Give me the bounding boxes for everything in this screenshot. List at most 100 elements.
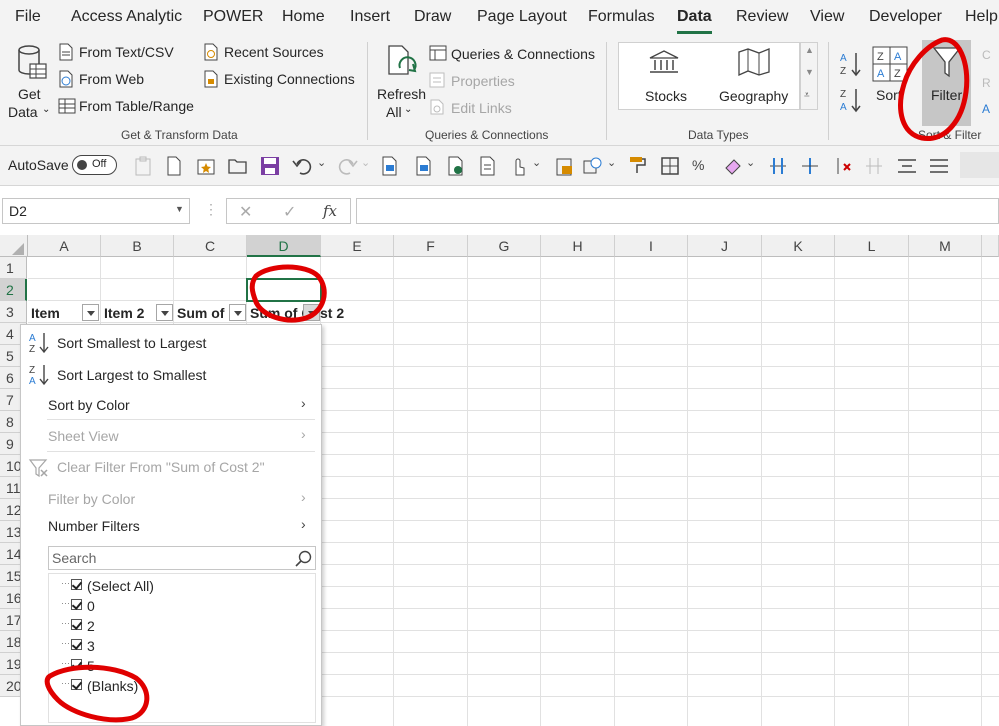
filter-by-color-item[interactable]: Filter by Color › <box>23 486 319 512</box>
number-filters-item[interactable]: Number Filters › <box>23 513 319 539</box>
filter-dropdown-c[interactable] <box>229 304 246 321</box>
check-sheet-icon[interactable] <box>446 156 466 176</box>
toolbar-overflow[interactable] <box>960 152 999 178</box>
percent-icon[interactable]: % <box>692 157 704 173</box>
edit-links-button[interactable]: Edit Links <box>429 98 599 120</box>
list-item-blanks[interactable]: ⋯ (Blanks) <box>61 676 303 696</box>
tab-review[interactable]: Review <box>736 8 788 26</box>
advanced-icon[interactable]: A <box>982 102 990 116</box>
sort-ascending-item[interactable]: AZ Sort Smallest to Largest <box>23 329 319 357</box>
list-item-3[interactable]: ⋯ 3 <box>61 636 303 656</box>
tab-file[interactable]: File <box>15 8 41 26</box>
clear-icon[interactable]: C <box>982 48 991 62</box>
touch-mode-icon[interactable] <box>508 155 528 177</box>
shapes-icon[interactable] <box>583 156 603 176</box>
cancel-icon[interactable]: ✕ <box>239 202 252 222</box>
tab-draw[interactable]: Draw <box>414 8 451 26</box>
redo-icon[interactable] <box>336 156 358 176</box>
select-all-corner[interactable] <box>0 235 28 257</box>
column-header-g[interactable]: G <box>468 235 541 257</box>
sort-z-to-a-button[interactable]: ZA <box>838 86 864 114</box>
clear-filter-item[interactable]: Clear Filter From "Sum of Cost 2" <box>23 454 319 480</box>
new-file-icon[interactable] <box>166 156 182 176</box>
tab-formulas[interactable]: Formulas <box>588 8 655 26</box>
name-box[interactable]: D2 ▼ <box>2 198 190 224</box>
row-header-3[interactable]: 3 <box>0 301 27 323</box>
checkbox-checked[interactable] <box>71 659 82 670</box>
from-text-csv-button[interactable]: From Text/CSV <box>58 42 198 64</box>
selected-cell-d2[interactable] <box>246 278 322 302</box>
row-header-2[interactable]: 2 <box>0 279 27 301</box>
chevron-down-icon[interactable]: ⌄ <box>361 156 370 169</box>
format-painter-icon[interactable] <box>628 155 648 175</box>
chevron-down-icon[interactable]: ⌄ <box>607 156 616 169</box>
queries-connections-button[interactable]: Queries & Connections <box>429 44 599 66</box>
undo-icon[interactable] <box>292 156 314 176</box>
column-header-e[interactable]: E <box>321 235 394 257</box>
save-icon[interactable] <box>260 156 280 176</box>
filter-dropdown-a[interactable] <box>82 304 99 321</box>
properties-button[interactable]: Properties <box>429 71 599 93</box>
tab-home[interactable]: Home <box>282 8 325 26</box>
sheet-icon[interactable] <box>414 156 434 176</box>
paste-values-icon[interactable] <box>555 156 575 176</box>
sort-a-to-z-button[interactable]: AZ <box>838 50 864 78</box>
align-justify-icon[interactable] <box>928 156 950 176</box>
tab-power[interactable]: POWER <box>203 8 263 26</box>
cell-c3[interactable]: Sum of <box>174 302 234 324</box>
get-data-button[interactable]: Get Data ⌄ <box>8 40 52 124</box>
column-header-k[interactable]: K <box>762 235 835 257</box>
chevron-down-icon[interactable]: ▼ <box>175 204 184 214</box>
delete-column-icon[interactable] <box>832 156 852 176</box>
print-preview-icon[interactable] <box>380 156 400 176</box>
reapply-icon[interactable]: R <box>982 76 991 90</box>
column-header-n[interactable] <box>982 235 999 257</box>
filter-dropdown-b[interactable] <box>156 304 173 321</box>
tab-view[interactable]: View <box>810 8 844 26</box>
insert-column-icon[interactable] <box>864 156 884 176</box>
refresh-all-button[interactable]: Refresh All ⌄ <box>374 40 426 124</box>
tab-insert[interactable]: Insert <box>350 8 390 26</box>
gallery-scroll[interactable]: ▲ ▼ ⩡ <box>800 42 818 110</box>
sheet-view-item[interactable]: Sheet View › <box>23 423 319 449</box>
autosave-toggle[interactable]: Off <box>72 155 117 175</box>
column-header-h[interactable]: H <box>541 235 615 257</box>
existing-connections-button[interactable]: Existing Connections <box>203 69 355 91</box>
checkbox-checked[interactable] <box>71 619 82 630</box>
freeze-icon[interactable] <box>800 156 820 176</box>
tab-developer[interactable]: Developer <box>869 8 942 26</box>
align-center-icon[interactable] <box>896 156 918 176</box>
filter-search-box[interactable]: Search <box>48 546 316 570</box>
open-folder-icon[interactable] <box>228 157 248 175</box>
sort-descending-item[interactable]: ZA Sort Largest to Smallest <box>23 361 319 389</box>
list-item-select-all[interactable]: ⋯ (Select All) <box>61 576 303 596</box>
clear-format-icon[interactable] <box>722 156 742 176</box>
column-header-l[interactable]: L <box>835 235 909 257</box>
list-item-0[interactable]: ⋯ 0 <box>61 596 303 616</box>
filter-dropdown-d[interactable] <box>303 304 320 321</box>
template-icon[interactable] <box>196 156 216 176</box>
list-item-2[interactable]: ⋯ 2 <box>61 616 303 636</box>
clipboard-icon[interactable] <box>134 156 152 176</box>
sort-by-color-item[interactable]: Sort by Color › <box>23 392 319 418</box>
more-options-icon[interactable]: ⋮ <box>204 201 218 218</box>
column-header-d[interactable]: D <box>247 235 321 257</box>
checkbox-checked[interactable] <box>71 599 82 610</box>
tab-page-layout[interactable]: Page Layout <box>477 8 567 26</box>
tab-help[interactable]: Help <box>965 8 998 26</box>
row-header-1[interactable]: 1 <box>0 257 27 279</box>
column-header-i[interactable]: I <box>615 235 688 257</box>
distribute-icon[interactable] <box>768 156 788 176</box>
sort-button[interactable]: ZAAZ Sort <box>868 40 912 124</box>
from-web-button[interactable]: From Web <box>58 69 198 91</box>
from-table-range-button[interactable]: From Table/Range <box>58 96 198 118</box>
column-header-f[interactable]: F <box>394 235 468 257</box>
column-header-j[interactable]: J <box>688 235 762 257</box>
chevron-down-icon[interactable]: ⌄ <box>317 156 326 169</box>
checkbox-checked[interactable] <box>71 579 82 590</box>
borders-icon[interactable] <box>660 156 680 176</box>
tab-access-analytic[interactable]: Access Analytic <box>71 8 182 26</box>
filter-button[interactable]: Filter <box>922 40 971 126</box>
insert-function-icon[interactable]: fx <box>323 202 337 220</box>
checkbox-checked[interactable] <box>71 639 82 650</box>
